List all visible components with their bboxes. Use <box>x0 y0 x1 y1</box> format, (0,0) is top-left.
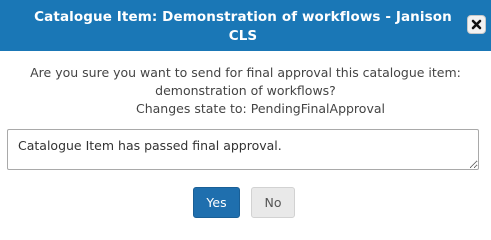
dialog-title: Catalogue Item: Demonstration of workflo… <box>34 9 452 44</box>
no-button[interactable]: No <box>251 187 295 218</box>
comment-textarea[interactable] <box>7 129 479 170</box>
dialog-body: Are you sure you want to send for final … <box>0 51 491 227</box>
state-value: PendingFinalApproval <box>250 101 385 116</box>
state-change-line: Changes state to: PendingFinalApproval <box>0 100 491 118</box>
confirmation-dialog: Catalogue Item: Demonstration of workflo… <box>0 0 491 227</box>
confirmation-question: Are you sure you want to send for final … <box>30 65 461 98</box>
state-label: Changes state to: <box>136 101 247 116</box>
close-icon <box>471 19 482 30</box>
close-button[interactable] <box>467 15 486 34</box>
dialog-titlebar: Catalogue Item: Demonstration of workflo… <box>0 0 491 51</box>
yes-button[interactable]: Yes <box>193 187 240 218</box>
